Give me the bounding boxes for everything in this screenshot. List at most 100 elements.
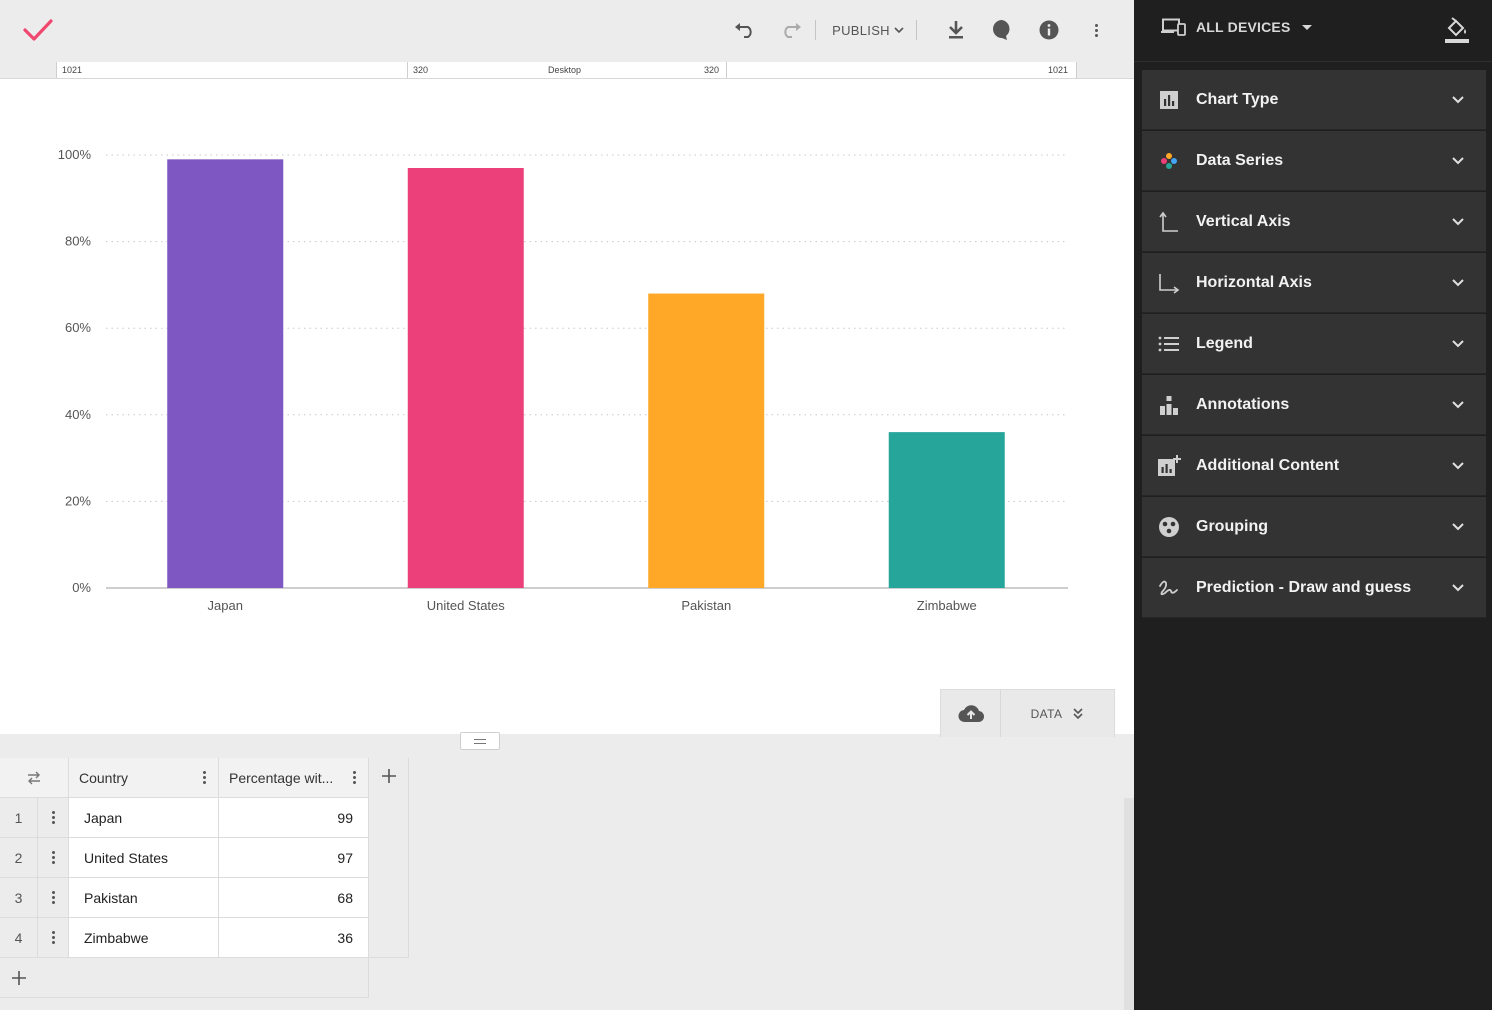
section-label: Chart Type xyxy=(1196,90,1279,108)
undo-button[interactable] xyxy=(730,14,760,46)
checkmark-logo-icon[interactable] xyxy=(22,16,54,44)
more-vert-icon xyxy=(1094,23,1098,37)
vertical-axis-icon xyxy=(1159,211,1178,232)
more-options-button[interactable] xyxy=(1083,14,1109,46)
data-toggle-label: DATA xyxy=(1030,706,1063,721)
cell-value[interactable]: 97 xyxy=(219,838,369,878)
ruler-label-desktop: Desktop xyxy=(548,65,582,75)
info-button[interactable] xyxy=(1035,14,1063,46)
chevron-down-icon xyxy=(1452,339,1464,347)
ruler-label: 320 xyxy=(413,65,429,75)
chevron-down-icon xyxy=(894,26,904,33)
chevron-down-icon xyxy=(1452,278,1464,286)
row-menu-button[interactable] xyxy=(38,798,69,838)
more-vert-icon xyxy=(51,851,55,864)
settings-header: ALL DEVICES xyxy=(1134,0,1492,62)
table-scrollbar[interactable] xyxy=(1124,798,1134,1010)
y-tick-label: 0% xyxy=(72,580,91,595)
x-tick-label: United States xyxy=(427,598,506,613)
publish-button[interactable]: PUBLISH xyxy=(832,14,904,46)
theme-button[interactable] xyxy=(1444,16,1470,49)
section-vertical-axis[interactable]: Vertical Axis xyxy=(1142,192,1486,252)
y-tick-label: 20% xyxy=(65,493,91,508)
more-vert-icon xyxy=(51,891,55,904)
editor-toolbar: PUBLISH xyxy=(0,0,1134,62)
double-chevron-down-icon xyxy=(1073,707,1083,719)
column-header-label: Country xyxy=(79,769,129,786)
section-label: Vertical Axis xyxy=(1196,212,1291,230)
column-header-percentage[interactable]: Percentage wit... xyxy=(219,758,369,798)
column-menu-icon[interactable] xyxy=(203,771,206,784)
column-menu-icon[interactable] xyxy=(353,771,356,784)
data-toggle-button[interactable]: DATA xyxy=(1001,690,1114,737)
publish-label: PUBLISH xyxy=(832,22,890,38)
chevron-down-icon xyxy=(1452,217,1464,225)
cell-country[interactable]: Zimbabwe xyxy=(69,918,219,958)
row-number: 4 xyxy=(0,918,38,958)
chevron-down-icon xyxy=(1452,583,1464,591)
row-menu-button[interactable] xyxy=(38,838,69,878)
annotation-bars-icon xyxy=(1160,395,1178,415)
download-button[interactable] xyxy=(942,14,970,46)
x-tick-label: Pakistan xyxy=(681,598,731,613)
y-tick-label: 40% xyxy=(65,407,91,422)
chart-bar[interactable] xyxy=(407,167,524,588)
transpose-button[interactable] xyxy=(0,758,69,798)
chart-bar[interactable] xyxy=(888,432,1005,588)
cell-value[interactable]: 68 xyxy=(219,878,369,918)
toolbar-divider xyxy=(916,20,917,40)
section-label: Data Series xyxy=(1196,151,1284,169)
row-menu-button[interactable] xyxy=(38,878,69,918)
section-label: Grouping xyxy=(1196,517,1268,535)
download-icon xyxy=(949,21,963,39)
list-icon xyxy=(1158,336,1179,351)
device-selector[interactable]: ALL DEVICES xyxy=(1160,18,1313,36)
x-tick-label: Japan xyxy=(208,598,243,613)
column-header-country[interactable]: Country xyxy=(69,758,219,798)
data-toggle-bar: DATA xyxy=(940,689,1115,737)
section-data-series[interactable]: Data Series xyxy=(1142,131,1486,191)
row-number: 1 xyxy=(0,798,38,838)
section-prediction[interactable]: Prediction - Draw and guess xyxy=(1142,558,1486,618)
cell-country[interactable]: Japan xyxy=(69,798,219,838)
section-annotations[interactable]: Annotations xyxy=(1142,375,1486,435)
chart-bar[interactable] xyxy=(167,159,284,588)
swap-icon xyxy=(28,771,40,784)
x-tick-label: Zimbabwe xyxy=(917,598,977,613)
section-legend[interactable]: Legend xyxy=(1142,314,1486,374)
cell-value[interactable]: 99 xyxy=(219,798,369,838)
row-number: 3 xyxy=(0,878,38,918)
section-chart-type[interactable]: Chart Type xyxy=(1142,70,1486,130)
redo-button[interactable] xyxy=(776,14,806,46)
comment-button[interactable] xyxy=(988,14,1016,46)
y-tick-label: 100% xyxy=(58,147,92,162)
chart-bar[interactable] xyxy=(648,293,765,588)
chevron-down-icon xyxy=(1452,95,1464,103)
cell-country[interactable]: United States xyxy=(69,838,219,878)
add-row-button[interactable] xyxy=(0,958,369,998)
upload-button[interactable] xyxy=(941,690,1001,737)
row-menu-button[interactable] xyxy=(38,918,69,958)
comment-icon xyxy=(993,20,1010,40)
ruler-label: 1021 xyxy=(1048,65,1069,75)
plus-icon xyxy=(381,769,396,783)
more-vert-icon xyxy=(51,811,55,824)
draw-icon xyxy=(1159,580,1178,595)
devices-icon xyxy=(1161,18,1186,36)
grouping-icon xyxy=(1159,516,1179,537)
cell-value[interactable]: 36 xyxy=(219,918,369,958)
bar-chart[interactable]: 0% 20% 40% 60% 80% 100% Japan United States Paki… xyxy=(0,79,1134,689)
settings-panel: ALL DEVICES Chart Type Data Series Verti… xyxy=(1134,0,1492,1010)
add-column-button[interactable] xyxy=(369,758,409,958)
chevron-down-icon xyxy=(1452,461,1464,469)
chevron-down-icon xyxy=(1452,400,1464,408)
section-label: Legend xyxy=(1196,334,1253,352)
device-selector-label: ALL DEVICES xyxy=(1196,19,1291,35)
section-horizontal-axis[interactable]: Horizontal Axis xyxy=(1142,253,1486,313)
cloud-upload-icon xyxy=(958,704,984,722)
section-label: Additional Content xyxy=(1196,456,1340,474)
section-additional-content[interactable]: Additional Content xyxy=(1142,436,1486,496)
cell-country[interactable]: Pakistan xyxy=(69,878,219,918)
section-grouping[interactable]: Grouping xyxy=(1142,497,1486,557)
panel-resize-handle[interactable] xyxy=(460,732,500,750)
